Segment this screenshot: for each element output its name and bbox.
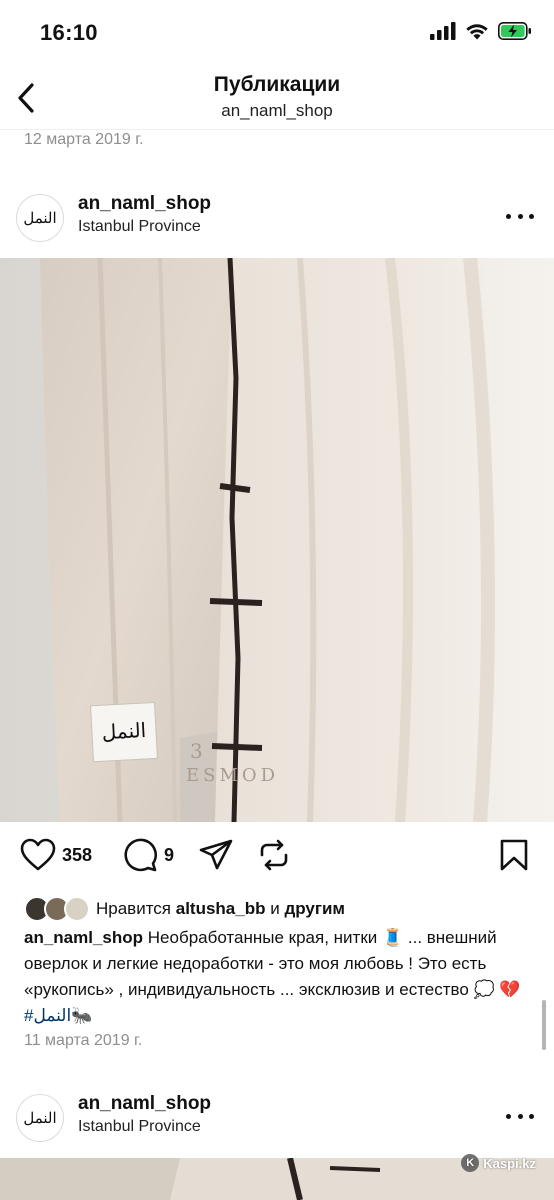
stamp-number: 3 xyxy=(190,739,203,763)
wifi-icon xyxy=(466,24,488,40)
page-title: Публикации xyxy=(213,73,341,96)
scroll-indicator xyxy=(542,1000,546,1050)
avatar-logo: النمل xyxy=(23,209,57,227)
post-header: النمل an_naml_shop Istanbul Province xyxy=(0,188,554,248)
avatar[interactable]: النمل xyxy=(16,194,64,242)
paper-plane-icon xyxy=(199,839,233,870)
liked-by-text: Нравится altusha_bb и другим xyxy=(96,899,345,919)
next-post-header: النمل an_naml_shop Istanbul Province xyxy=(0,1088,554,1148)
status-icons xyxy=(430,22,532,40)
post-action-bar: 358 9 xyxy=(0,832,554,882)
brand-label-text: النمل xyxy=(101,718,147,744)
liked-by-and: и xyxy=(270,899,280,918)
liked-by-row[interactable]: Нравится altusha_bb и другим xyxy=(24,895,345,923)
like-button[interactable]: 358 xyxy=(20,838,92,872)
caption-username[interactable]: an_naml_shop xyxy=(24,928,143,947)
liker-avatar xyxy=(64,896,90,922)
post-location[interactable]: Istanbul Province xyxy=(78,218,201,236)
next-post-username[interactable]: an_naml_shop xyxy=(78,1093,211,1115)
next-post-location[interactable]: Istanbul Province xyxy=(78,1118,201,1136)
watermark: K Kaspi.kz xyxy=(461,1154,536,1172)
liked-by-user[interactable]: altusha_bb xyxy=(176,899,266,918)
likes-count: 358 xyxy=(62,844,93,865)
watermark-text: Kaspi.kz xyxy=(483,1155,536,1171)
post-caption: an_naml_shop Необработанные края, нитки … xyxy=(24,925,536,1029)
comments-count: 9 xyxy=(164,844,175,865)
comment-button[interactable]: 9 xyxy=(122,838,174,872)
navigation-bar: Публикации an_naml_shop xyxy=(0,66,554,130)
more-dots-icon xyxy=(506,1113,511,1119)
repost-button[interactable] xyxy=(256,838,292,872)
battery-charging-icon xyxy=(498,22,531,40)
liked-by-prefix: Нравится xyxy=(96,899,172,918)
avatar[interactable]: النمل xyxy=(16,1094,64,1142)
garment-photo: 3 ESMOD النمل xyxy=(0,258,554,822)
previous-post-date: 12 марта 2019 г. xyxy=(24,131,144,148)
more-dots-icon xyxy=(506,213,511,219)
bookmark-icon xyxy=(500,839,528,871)
comment-bubble-icon xyxy=(124,838,158,872)
heart-icon xyxy=(20,838,56,871)
more-options-button[interactable] xyxy=(506,204,534,228)
cellular-signal-icon xyxy=(430,22,456,40)
save-button[interactable] xyxy=(498,838,530,872)
repost-icon xyxy=(260,839,288,871)
post-image[interactable]: 3 ESMOD النمل xyxy=(0,258,554,822)
post-username[interactable]: an_naml_shop xyxy=(78,193,211,215)
page-subtitle[interactable]: an_naml_shop xyxy=(0,101,554,121)
share-button[interactable] xyxy=(198,838,234,872)
kaspi-logo-icon: K xyxy=(461,1154,480,1172)
liked-by-avatars xyxy=(24,896,92,922)
next-post-more-options-button[interactable] xyxy=(506,1104,534,1128)
post-date: 11 марта 2019 г. xyxy=(24,1032,143,1049)
brand-label: النمل xyxy=(90,701,158,763)
status-bar: 16:10 xyxy=(0,0,554,66)
liked-by-others[interactable]: другим xyxy=(284,899,345,918)
stamp-text: ESMOD xyxy=(186,765,279,786)
avatar-logo: النمل xyxy=(23,1109,57,1127)
status-time: 16:10 xyxy=(40,20,98,45)
caption-hashtag[interactable]: #النمل🐜 xyxy=(24,1006,92,1025)
